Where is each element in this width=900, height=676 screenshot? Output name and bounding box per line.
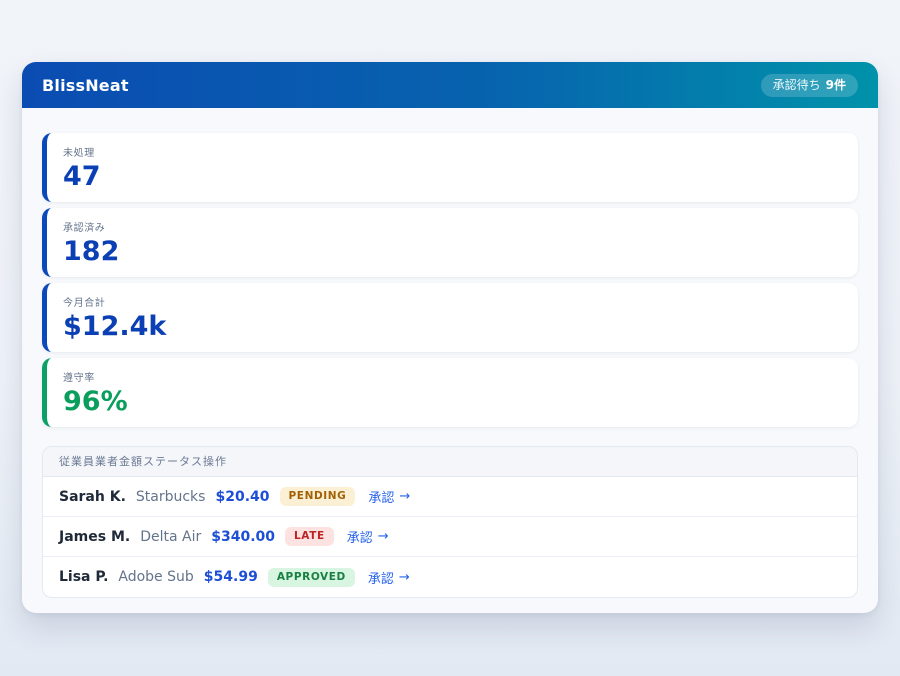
stat-value-approved: 182 xyxy=(63,238,842,266)
table-header-row: 従業員業者金額ステータス操作 xyxy=(43,447,857,477)
vendor-name: Starbucks xyxy=(136,489,206,505)
employee-name: Lisa P. xyxy=(59,569,108,585)
column-header-vendor: 業者 xyxy=(95,455,119,468)
arrow-right-icon: → xyxy=(399,489,410,504)
pending-badge-label: 承認待ち xyxy=(773,78,821,93)
expense-table: 従業員業者金額ステータス操作 Sarah K. Starbucks $20.40… xyxy=(42,446,858,598)
employee-name: James M. xyxy=(59,529,130,545)
stat-card-unprocessed: 未処理 47 xyxy=(42,133,858,202)
stat-value-month-total: $12.4k xyxy=(63,313,842,341)
approve-link[interactable]: 承認 → xyxy=(347,527,389,546)
app-title: BlissNeat xyxy=(42,76,129,95)
stat-card-month-total: 今月合計 $12.4k xyxy=(42,283,858,352)
arrow-right-icon: → xyxy=(378,529,389,544)
employee-name: Sarah K. xyxy=(59,489,126,505)
app-header: BlissNeat 承認待ち 9件 xyxy=(22,62,878,108)
stat-label-compliance-rate: 遵守率 xyxy=(63,369,842,384)
approve-link-label: 承認 xyxy=(368,487,394,506)
approve-link-label: 承認 xyxy=(368,568,394,587)
column-header-action: 操作 xyxy=(203,455,227,468)
stat-value-compliance-rate: 96% xyxy=(63,388,842,416)
status-badge: PENDING xyxy=(280,487,356,506)
vendor-name: Adobe Sub xyxy=(118,569,193,585)
status-badge: APPROVED xyxy=(268,568,355,587)
amount: $20.40 xyxy=(215,489,269,505)
stat-card-compliance-rate: 遵守率 96% xyxy=(42,358,858,427)
stat-value-unprocessed: 47 xyxy=(63,163,842,191)
approve-link[interactable]: 承認 → xyxy=(368,487,410,506)
column-header-status: ステータス xyxy=(143,455,203,468)
approve-link-label: 承認 xyxy=(347,527,373,546)
pending-badge-count: 9件 xyxy=(826,78,846,93)
table-row: James M. Delta Air $340.00 LATE 承認 → xyxy=(43,517,857,557)
column-header-employee: 従業員 xyxy=(59,455,95,468)
arrow-right-icon: → xyxy=(399,570,410,585)
page-background: BlissNeat 承認待ち 9件 未処理 47 承認済み 182 今月合計 $… xyxy=(0,0,900,676)
vendor-name: Delta Air xyxy=(140,529,201,545)
amount: $54.99 xyxy=(204,569,258,585)
approve-link[interactable]: 承認 → xyxy=(368,568,410,587)
column-header-amount: 金額 xyxy=(119,455,143,468)
app-card: BlissNeat 承認待ち 9件 未処理 47 承認済み 182 今月合計 $… xyxy=(22,62,878,613)
amount: $340.00 xyxy=(211,529,275,545)
status-badge: LATE xyxy=(285,527,334,546)
card-body: 未処理 47 承認済み 182 今月合計 $12.4k 遵守率 96% 従業員業… xyxy=(22,108,878,616)
stat-card-approved: 承認済み 182 xyxy=(42,208,858,277)
stat-label-unprocessed: 未処理 xyxy=(63,144,842,159)
pending-count-badge: 承認待ち 9件 xyxy=(761,74,858,97)
stat-label-approved: 承認済み xyxy=(63,219,842,234)
stat-label-month-total: 今月合計 xyxy=(63,294,842,309)
table-row: Sarah K. Starbucks $20.40 PENDING 承認 → xyxy=(43,477,857,517)
table-row: Lisa P. Adobe Sub $54.99 APPROVED 承認 → xyxy=(43,557,857,597)
